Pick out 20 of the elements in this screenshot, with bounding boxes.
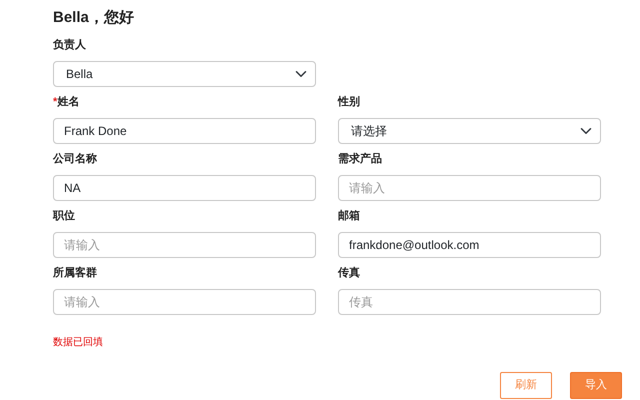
input-field[interactable]: 请输入 [53, 232, 316, 258]
field-label: 负责人 [53, 38, 87, 52]
dropdown-field[interactable]: Bella [53, 61, 316, 87]
input-field[interactable]: 请输入 [53, 289, 316, 315]
field-label: 性别 [338, 95, 361, 109]
input-field[interactable]: NA [53, 175, 316, 201]
input-field[interactable]: 传真 [338, 289, 601, 315]
dropdown-field[interactable]: 请选择 [338, 118, 601, 144]
status-message: 数据已回填 [53, 336, 104, 350]
field-label: 职位 [53, 209, 76, 223]
field-label: 邮箱 [338, 209, 361, 223]
field-label: 所属客群 [53, 266, 98, 280]
input-field[interactable]: frankdone@outlook.com [338, 232, 601, 258]
field-label: *姓名 [53, 95, 80, 109]
input-field[interactable]: Frank Done [53, 118, 316, 144]
input-field[interactable]: 请输入 [338, 175, 601, 201]
field-label: 传真 [338, 266, 361, 280]
field-label: 需求产品 [338, 152, 383, 166]
field-label: 公司名称 [53, 152, 98, 166]
greeting-heading: Bella，您好 [53, 8, 135, 28]
